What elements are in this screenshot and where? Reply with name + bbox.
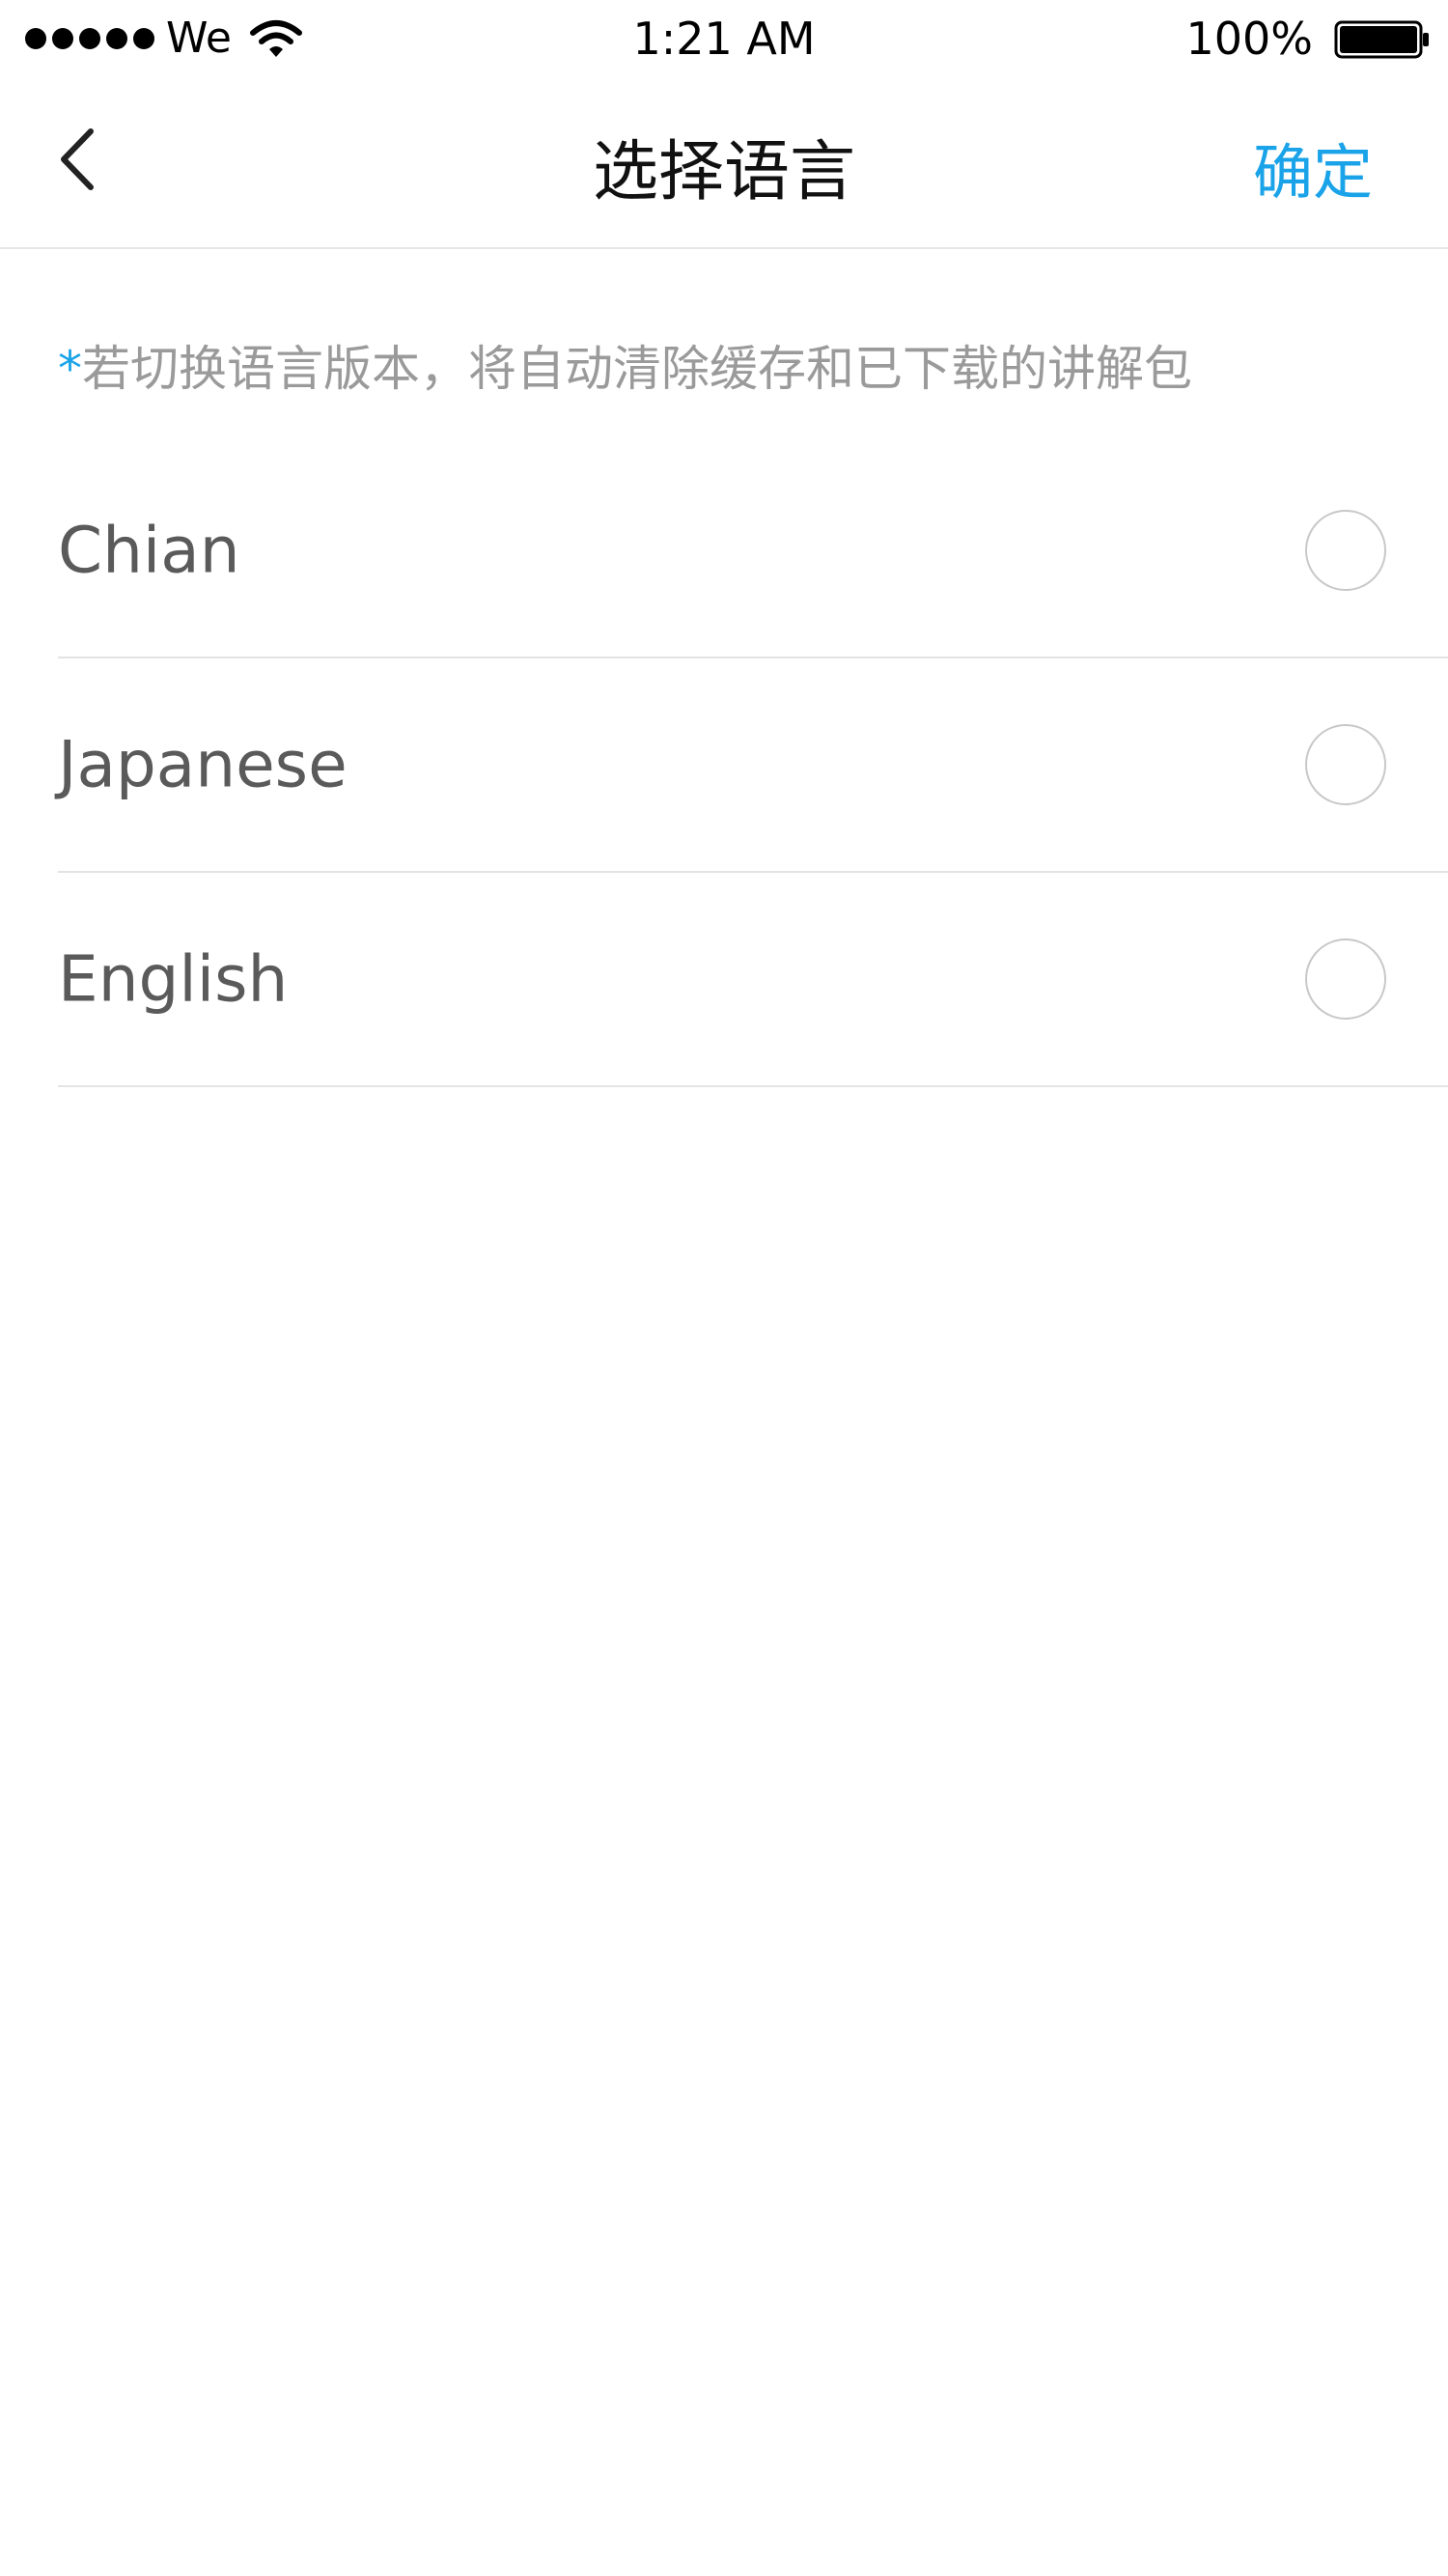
battery-icon: [1334, 20, 1429, 59]
radio-button[interactable]: [1305, 938, 1386, 1020]
language-option-japanese[interactable]: Japanese: [58, 658, 1448, 873]
language-switch-notice: *若切换语言版本，将自动清除缓存和已下载的讲解包: [58, 330, 1192, 400]
navigation-bar: 选择语言 确定: [0, 77, 1448, 249]
language-label: Chian: [58, 513, 240, 588]
notice-text: 若切换语言版本，将自动清除缓存和已下载的讲解包: [82, 341, 1192, 397]
confirm-button[interactable]: 确定: [1253, 124, 1373, 210]
language-list: Chian Japanese English: [58, 444, 1448, 1087]
language-label: Japanese: [58, 727, 348, 802]
status-bar: We 1:21 AM 100%: [0, 0, 1448, 77]
battery-percentage: 100%: [1185, 13, 1313, 65]
required-asterisk: *: [58, 341, 82, 397]
radio-button[interactable]: [1305, 510, 1386, 591]
language-option-english[interactable]: English: [58, 873, 1448, 1087]
language-option-chian[interactable]: Chian: [58, 444, 1448, 658]
language-label: English: [58, 941, 289, 1017]
radio-button[interactable]: [1305, 724, 1386, 805]
page-title: 选择语言: [592, 134, 855, 210]
